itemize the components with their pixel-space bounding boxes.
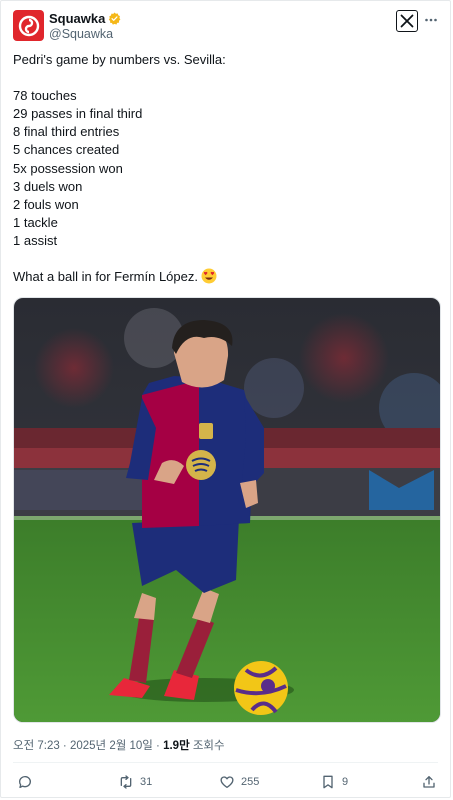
tweet-line: 2 fouls won: [13, 196, 79, 212]
like-count: 255: [241, 776, 260, 788]
tweet-photo[interactable]: [13, 297, 441, 723]
like-button[interactable]: 255: [219, 771, 259, 793]
tweet-line: [13, 250, 438, 268]
avatar[interactable]: [13, 10, 44, 41]
tweet-line: Pedri's game by numbers vs. Sevilla:: [13, 52, 226, 67]
share-button[interactable]: [421, 771, 437, 793]
x-logo-icon[interactable]: [396, 10, 418, 32]
heart-eyes-emoji-icon: [201, 268, 217, 284]
bookmark-icon: [323, 775, 333, 789]
retweet-button[interactable]: 31: [118, 771, 152, 793]
retweet-count: 31: [140, 776, 153, 788]
more-icon[interactable]: [424, 13, 438, 27]
like-icon: [220, 776, 234, 788]
author-name[interactable]: Squawka: [49, 11, 105, 26]
tweet-line: 5x possession won: [13, 160, 123, 176]
tweet-line: 78 touches: [13, 88, 77, 104]
tweet-meta: 오전 7:23 · 2025년 2월 10일 · 1.9만 조회수: [13, 737, 225, 753]
action-bar: 31 255 9: [1, 771, 450, 793]
divider: [13, 762, 438, 763]
reply-icon: [18, 776, 31, 788]
tweet-timestamp[interactable]: 오전 7:23 · 2025년 2월 10일 ·: [13, 740, 163, 752]
tweet-line: 8 final third entries: [13, 124, 120, 140]
author-handle[interactable]: @Squawka: [49, 27, 113, 41]
tweet-line: 29 passes in final third: [13, 106, 143, 122]
share-icon: [423, 776, 435, 788]
squawka-logo-icon: [18, 15, 39, 36]
tweet-line: 1 tackle: [13, 214, 58, 230]
tweet-last-line-text: What a ball in for Fermín López.: [13, 269, 198, 285]
view-count: 1.9만: [163, 740, 190, 752]
tweet-line: 3 duels won: [13, 178, 83, 194]
bookmark-button[interactable]: 9: [320, 771, 348, 793]
bookmark-count: 9: [342, 776, 349, 788]
views-label: 조회수: [189, 740, 225, 752]
tweet-card: Squawka @Squawka Pedri's game by numbers…: [0, 0, 451, 798]
tweet-line: [13, 69, 438, 87]
tweet-line: 1 assist: [13, 232, 58, 248]
reply-button[interactable]: [17, 771, 39, 793]
retweet-icon: [120, 775, 132, 789]
tweet-header: Squawka @Squawka: [13, 9, 438, 43]
tweet-last-line: What a ball in for Fermín López.: [13, 268, 438, 286]
tweet-line: 5 chances created: [13, 142, 120, 158]
verified-badge-icon: [109, 12, 121, 25]
tweet-text: Pedri's game by numbers vs. Sevilla: 78 …: [13, 51, 438, 286]
